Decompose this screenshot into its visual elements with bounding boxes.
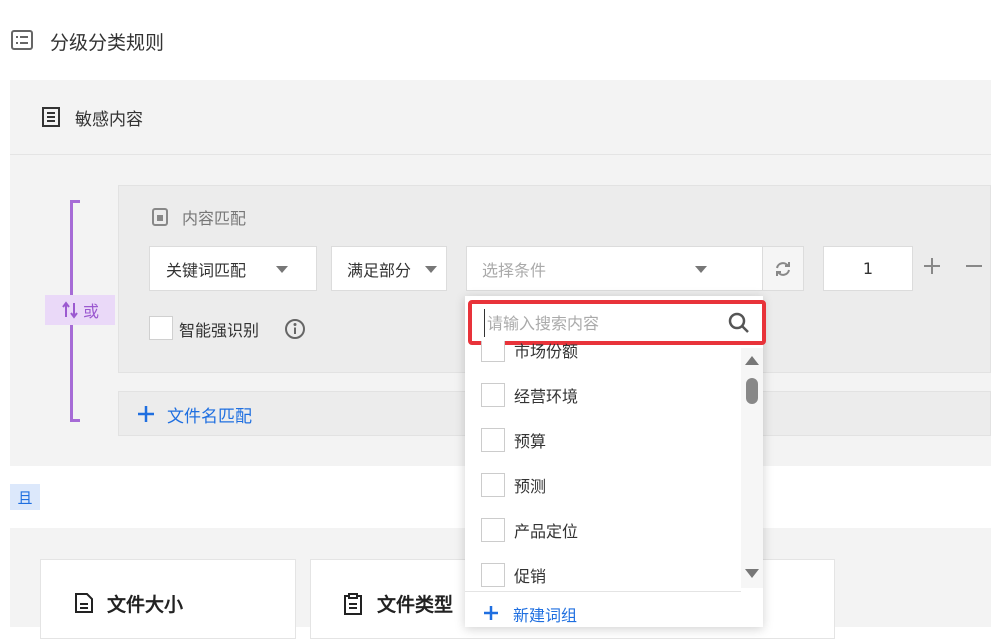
- option-label: 促销: [514, 567, 547, 586]
- new-group-button[interactable]: 新建词组: [465, 591, 741, 627]
- clipboard-icon: [344, 593, 362, 615]
- option-checkbox[interactable]: [481, 518, 505, 542]
- option-checkbox[interactable]: [481, 341, 505, 362]
- option-label: 产品定位: [514, 522, 579, 541]
- scroll-down-icon[interactable]: [745, 569, 759, 578]
- dropdown-option[interactable]: 产品定位: [481, 518, 578, 542]
- doc-list-icon: [11, 30, 33, 50]
- condition-dropdown: 市场份额 经营环境 预算 预测 产品定位 促销 新建词组: [465, 296, 766, 627]
- satisfy-select[interactable]: 满足部分: [331, 246, 447, 291]
- page-header: 分级分类规则: [0, 0, 991, 80]
- match-type-select[interactable]: 关键词匹配: [149, 246, 317, 291]
- or-toggle-badge[interactable]: 或: [45, 295, 115, 325]
- sensitive-title: 敏感内容: [75, 110, 143, 130]
- file-size-card[interactable]: 文件大小: [40, 559, 296, 639]
- scroll-up-icon[interactable]: [745, 356, 759, 365]
- condition-placeholder: 选择条件: [482, 260, 547, 280]
- info-icon[interactable]: [284, 318, 306, 340]
- dropdown-options-list: 市场份额 经营环境 预算 预测 产品定位 促销: [465, 341, 741, 591]
- option-label: 预算: [514, 432, 547, 451]
- search-input[interactable]: [484, 309, 714, 337]
- count-input[interactable]: [823, 246, 913, 291]
- document-icon: [42, 107, 60, 127]
- refresh-icon: [774, 260, 792, 278]
- new-group-label: 新建词组: [513, 606, 578, 625]
- dropdown-option[interactable]: 预测: [481, 473, 546, 497]
- caret-down-icon: [276, 266, 288, 273]
- sensitive-header: 敏感内容: [10, 80, 991, 155]
- caret-down-icon: [695, 266, 707, 273]
- option-checkbox[interactable]: [481, 383, 505, 407]
- page-title: 分级分类规则: [50, 32, 165, 54]
- refresh-button[interactable]: [762, 246, 804, 291]
- smart-recognition-checkbox[interactable]: [149, 316, 173, 340]
- scroll-thumb[interactable]: [746, 378, 758, 404]
- option-checkbox[interactable]: [481, 563, 505, 587]
- file-type-title: 文件类型: [377, 594, 454, 616]
- option-checkbox[interactable]: [481, 428, 505, 452]
- dropdown-option[interactable]: 预算: [481, 428, 546, 452]
- minus-icon[interactable]: [964, 256, 984, 276]
- match-type-value: 关键词匹配: [166, 260, 247, 280]
- option-label: 市场份额: [514, 342, 579, 361]
- filename-match-label: 文件名匹配: [167, 407, 252, 427]
- and-badge: 且: [10, 484, 40, 510]
- dropdown-scrollbar[interactable]: [741, 348, 763, 588]
- plus-icon: [483, 605, 499, 621]
- dropdown-option[interactable]: 促销: [481, 563, 546, 587]
- option-checkbox[interactable]: [481, 473, 505, 497]
- dropdown-search-box[interactable]: [468, 300, 766, 345]
- satisfy-value: 满足部分: [347, 260, 412, 280]
- content-lock-icon: [152, 208, 168, 226]
- caret-down-icon: [425, 266, 437, 273]
- option-label: 经营环境: [514, 387, 579, 406]
- condition-select[interactable]: 选择条件: [466, 246, 764, 291]
- dropdown-option[interactable]: 经营环境: [481, 383, 578, 407]
- plus-icon[interactable]: [922, 256, 942, 276]
- file-size-title: 文件大小: [107, 594, 184, 616]
- content-match-title: 内容匹配: [182, 209, 247, 228]
- document-icon: [75, 593, 93, 613]
- swap-icon: [61, 301, 79, 319]
- plus-icon: [137, 405, 155, 423]
- or-label: 或: [82, 302, 99, 321]
- smart-recognition-label: 智能强识别: [179, 321, 260, 340]
- dropdown-option[interactable]: 市场份额: [481, 341, 578, 362]
- search-icon[interactable]: [728, 312, 750, 334]
- option-label: 预测: [514, 477, 547, 496]
